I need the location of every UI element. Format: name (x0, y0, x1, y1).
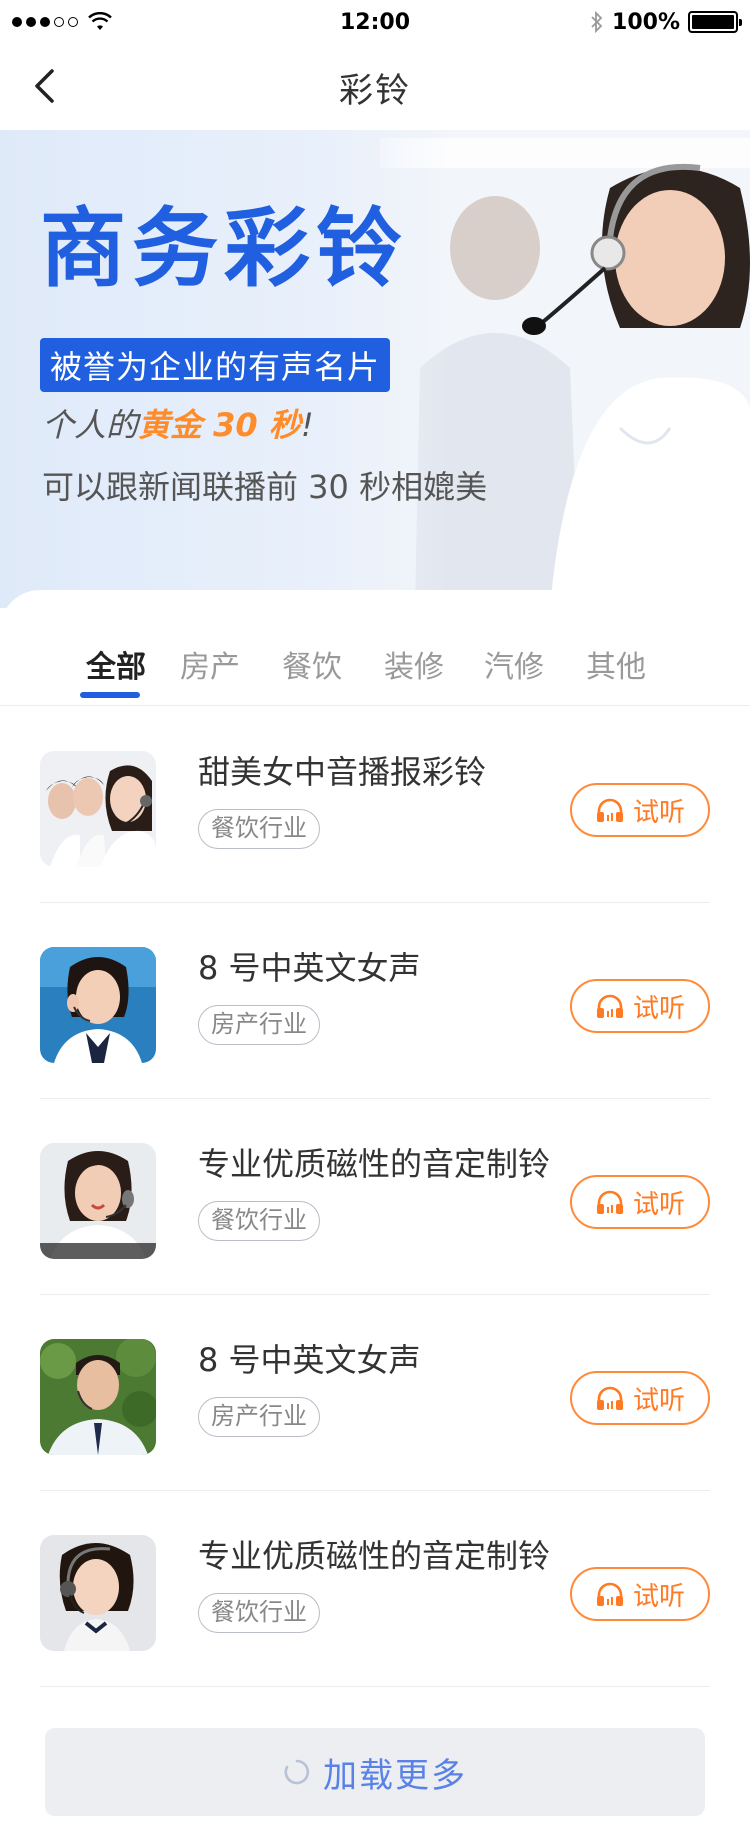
page-title: 彩铃 (339, 70, 411, 111)
item-title: 8 号中英文女声 (198, 1341, 421, 1379)
listen-button[interactable]: 试听 (570, 1371, 710, 1425)
hero-slogan: 个人的黄金 30 秒! (42, 400, 314, 446)
listen-button[interactable]: 试听 (570, 1175, 710, 1229)
loading-spinner-icon (284, 1759, 310, 1785)
status-bar: 12:00 100% (0, 0, 750, 44)
thumbnail (40, 1339, 156, 1455)
hero-slogan-highlight: 黄金 30 秒 (138, 406, 301, 444)
listen-label: 试听 (632, 797, 685, 828)
headphones-icon (596, 798, 623, 822)
tab-real-estate[interactable]: 房产 (180, 642, 240, 686)
battery-percent: 100% (612, 9, 680, 35)
thumbnail (40, 1143, 156, 1259)
bluetooth-icon (591, 11, 603, 33)
industry-tag: 餐饮行业 (198, 809, 320, 849)
list-item[interactable]: 8 号中英文女声 房产行业 试听 (40, 1295, 710, 1491)
hero-banner: 商务彩铃 被誉为企业的有声名片 个人的黄金 30 秒! 可以跟新闻联播前 30 … (0, 128, 750, 608)
thumbnail (40, 751, 156, 867)
hero-slogan-suffix: ! (300, 406, 314, 444)
list-item[interactable]: 专业优质磁性的音定制铃 餐饮行业 试听 (40, 1491, 710, 1687)
battery-icon (688, 11, 742, 33)
tab-other[interactable]: 其他 (586, 642, 646, 686)
headphones-icon (596, 1190, 623, 1214)
item-title: 甜美女中音播报彩铃 (198, 753, 487, 791)
industry-tag: 餐饮行业 (198, 1201, 320, 1241)
hero-title: 商务彩铃 (40, 199, 408, 299)
item-title: 专业优质磁性的音定制铃 (198, 1537, 551, 1575)
item-title: 8 号中英文女声 (198, 949, 421, 987)
back-button[interactable] (24, 66, 64, 106)
listen-button[interactable]: 试听 (570, 783, 710, 837)
nav-bar: 彩铃 (0, 44, 750, 130)
chevron-left-icon (35, 69, 54, 103)
industry-tag: 房产行业 (198, 1005, 320, 1045)
listen-label: 试听 (632, 1581, 685, 1612)
hero-subtitle: 可以跟新闻联播前 30 秒相媲美 (42, 468, 488, 506)
tab-active-indicator (80, 692, 140, 698)
tab-all[interactable]: 全部 (86, 642, 146, 686)
headphones-icon (596, 1582, 623, 1606)
list-item[interactable]: 8 号中英文女声 房产行业 试听 (40, 903, 710, 1099)
load-more-label: 加载更多 (323, 1755, 467, 1796)
list-item[interactable]: 甜美女中音播报彩铃 餐饮行业 试听 (40, 707, 710, 903)
thumbnail (40, 947, 156, 1063)
industry-tag: 房产行业 (198, 1397, 320, 1437)
item-title: 专业优质磁性的音定制铃 (198, 1145, 551, 1183)
hero-slogan-prefix: 个人的 (42, 406, 139, 444)
hero-badge: 被誉为企业的有声名片 (40, 338, 391, 392)
thumbnail (40, 1535, 156, 1651)
tab-catering[interactable]: 餐饮 (282, 642, 342, 686)
listen-label: 试听 (632, 1385, 685, 1416)
wifi-icon (88, 12, 112, 30)
listen-label: 试听 (632, 993, 685, 1024)
listen-label: 试听 (632, 1189, 685, 1220)
headphones-icon (596, 1386, 623, 1410)
listen-button[interactable]: 试听 (570, 1567, 710, 1621)
content-card: 全部 房产 餐饮 装修 汽修 其他 甜美女中音播报彩铃 餐饮行业 试听 8 号中… (0, 590, 750, 1831)
signal-icon (12, 17, 78, 27)
load-more-button[interactable]: 加载更多 (45, 1728, 705, 1816)
tab-decoration[interactable]: 装修 (384, 642, 444, 686)
headphones-icon (596, 994, 623, 1018)
category-tabs: 全部 房产 餐饮 装修 汽修 其他 (0, 590, 750, 706)
listen-button[interactable]: 试听 (570, 979, 710, 1033)
tab-auto-repair[interactable]: 汽修 (484, 642, 544, 686)
industry-tag: 餐饮行业 (198, 1593, 320, 1633)
list-item[interactable]: 专业优质磁性的音定制铃 餐饮行业 试听 (40, 1099, 710, 1295)
